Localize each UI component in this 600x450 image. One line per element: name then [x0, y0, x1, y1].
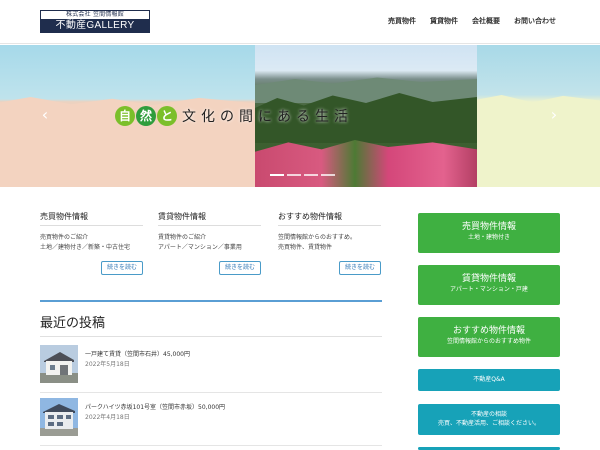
column-line: アパート／マンション／事業用	[158, 244, 242, 251]
photo-hills	[255, 77, 477, 103]
section-divider	[40, 300, 382, 302]
main-nav: 売買物件 賃貸物件 会社概要 お問い合わせ	[388, 16, 556, 26]
column-rent: 賃貸物件情報 賃貸物件のご紹介 アパート／マンション／事業用 続きを読む	[158, 212, 261, 275]
caption-circle-3: と	[157, 106, 177, 126]
post-item[interactable]: 一戸建て賃貸（笠間市石井）45,000円 2022年5月18日	[40, 345, 382, 397]
read-more-button[interactable]: 続きを読む	[219, 261, 261, 275]
read-more-button[interactable]: 続きを読む	[101, 261, 143, 275]
nav-item-contact[interactable]: お問い合わせ	[514, 16, 556, 26]
column-title: 売買物件情報	[40, 212, 143, 226]
column-recommend: おすすめ物件情報 笠間情報館からのおすすめ。 売買物件、賃貸物件 続きを読む	[278, 212, 381, 275]
slider-dot-1[interactable]	[270, 174, 284, 176]
sidebar-qa-button[interactable]: 不動産Q&A	[418, 369, 560, 391]
column-line: 笠間情報館からのおすすめ。	[278, 234, 357, 241]
hero-slider: 自 然 と 文化の間にある生活	[0, 45, 600, 187]
column-line: 土地／建物付き／新築・中古住宅	[40, 244, 131, 251]
sidebar-sale-button[interactable]: 売買物件情報 土地・建物付き	[418, 213, 560, 253]
sidebar-button-title: 賃貸物件情報	[461, 274, 516, 284]
sidebar-button-subtitle: アパート・マンション・戸建	[450, 286, 528, 293]
post-title[interactable]: パークハイツ赤坂101号室（笠間市赤坂）50,000円	[85, 402, 225, 411]
slider-dot-3[interactable]	[304, 174, 318, 176]
sidebar-button-subtitle: 土地・建物付き	[467, 234, 510, 241]
sidebar-rent-button[interactable]: 賃貸物件情報 アパート・マンション・戸建	[418, 265, 560, 305]
post-date: 2022年5月18日	[85, 361, 130, 368]
site-logo[interactable]: 株式会社 笠間情報館 不動産GALLERY	[40, 10, 150, 33]
post-thumbnail[interactable]	[40, 345, 78, 383]
nav-item-company[interactable]: 会社概要	[472, 16, 500, 26]
sidebar-button-title: 不動産の相談	[470, 411, 507, 418]
slider-next-icon[interactable]: ›	[548, 107, 560, 123]
slider-dots	[270, 174, 335, 176]
site-header: 株式会社 笠間情報館 不動産GALLERY 売買物件 賃貸物件 会社概要 お問い…	[0, 0, 600, 44]
post-title[interactable]: 一戸建て賃貸（笠間市石井）45,000円	[85, 349, 190, 358]
logo-company-name: 株式会社 笠間情報館	[41, 11, 149, 19]
sidebar-button-subtitle: 笠間情報館からのおすすめ物件	[446, 338, 531, 345]
nav-item-sale[interactable]: 売買物件	[388, 16, 416, 26]
post-item[interactable]: パークハイツ赤坂101号室（笠間市赤坂）50,000円 2022年4月18日	[40, 398, 382, 450]
sidebar-button-title: 不動産Q&A	[473, 376, 505, 383]
hero-caption: 自 然 と 文化の間にある生活	[115, 105, 353, 127]
read-more-button[interactable]: 続きを読む	[339, 261, 381, 275]
column-line: 売買物件、賃貸物件	[278, 244, 333, 251]
nav-item-rent[interactable]: 賃貸物件	[430, 16, 458, 26]
column-line: 賃貸物件のご紹介	[158, 234, 207, 241]
slider-dot-4[interactable]	[321, 174, 335, 176]
column-sale: 売買物件情報 売買物件のご紹介 土地／建物付き／新築・中古住宅 続きを読む	[40, 212, 143, 275]
slider-prev-icon[interactable]: ‹	[39, 107, 51, 123]
slider-dot-2[interactable]	[287, 174, 301, 176]
sidebar-consult-button[interactable]: 不動産の相談 売買、不動産活用、ご相談ください。	[418, 404, 560, 435]
caption-text: 文化の間にある生活	[182, 109, 353, 125]
column-title: 賃貸物件情報	[158, 212, 261, 226]
post-thumbnail[interactable]	[40, 398, 78, 436]
sidebar-button-subtitle: 売買、不動産活用、ご相談ください。	[437, 420, 540, 427]
photo-flowers	[255, 140, 477, 187]
post-date: 2022年4月18日	[85, 414, 130, 421]
column-line: 売買物件のご紹介	[40, 234, 89, 241]
caption-circle-2: 然	[136, 106, 156, 126]
recent-posts-title: 最近の投稿	[40, 316, 106, 331]
caption-circle-1: 自	[115, 106, 135, 126]
section-rule	[40, 336, 382, 337]
sidebar-recommend-button[interactable]: おすすめ物件情報 笠間情報館からのおすすめ物件	[418, 317, 560, 357]
post-divider	[40, 445, 382, 446]
post-divider	[40, 392, 382, 393]
column-title: おすすめ物件情報	[278, 212, 381, 226]
sidebar-button-title: 売買物件情報	[461, 222, 516, 232]
logo-brand-name: 不動産GALLERY	[41, 19, 149, 32]
slide-right-paper	[477, 95, 600, 187]
sidebar-button-title: おすすめ物件情報	[452, 326, 525, 336]
